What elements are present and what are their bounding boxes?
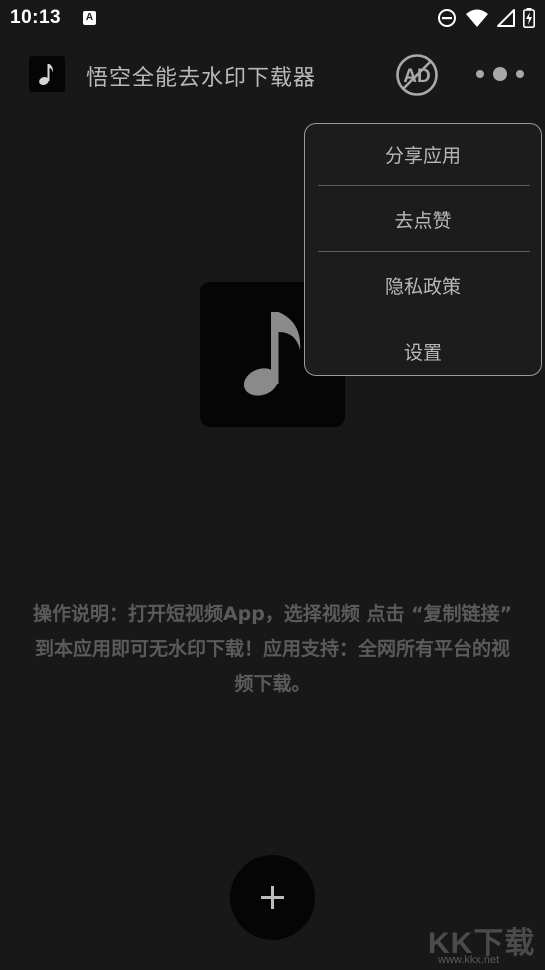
menu-item-privacy-policy[interactable]: 隐私政策	[305, 272, 541, 299]
menu-item-share-app[interactable]: 分享应用	[305, 141, 541, 168]
menu-item-like[interactable]: 去点赞	[305, 206, 541, 233]
notification-badge: A	[83, 11, 96, 25]
battery-charging-icon	[523, 8, 535, 28]
remove-ads-button[interactable]: AD	[395, 53, 439, 97]
music-note-icon	[39, 64, 53, 85]
usage-instructions: 操作说明：打开短视频App，选择视频 点击 “复制链接” 到本应用即可无水印下载…	[32, 603, 513, 695]
wifi-icon	[466, 9, 488, 27]
app-logo	[29, 56, 65, 92]
signal-icon	[497, 9, 515, 27]
watermark-url: www.kkx.net	[438, 954, 500, 966]
status-icons	[437, 8, 535, 28]
status-bar: 10:13 A	[0, 0, 545, 38]
status-time: 10:13	[10, 7, 62, 28]
app-bar: 悟空全能去水印下载器 AD	[0, 38, 545, 110]
no-ads-icon: AD	[396, 54, 438, 96]
menu-divider	[318, 185, 530, 186]
site-watermark: KK下载 www.kkx.net	[428, 918, 543, 968]
overflow-menu: 分享应用 去点赞 隐私政策 设置	[304, 123, 542, 376]
more-options-button[interactable]	[472, 62, 528, 86]
menu-divider	[318, 251, 530, 252]
app-title: 悟空全能去水印下载器	[86, 66, 317, 91]
do-not-disturb-icon	[438, 9, 456, 27]
menu-item-settings[interactable]: 设置	[305, 338, 541, 365]
add-button[interactable]	[230, 855, 315, 940]
